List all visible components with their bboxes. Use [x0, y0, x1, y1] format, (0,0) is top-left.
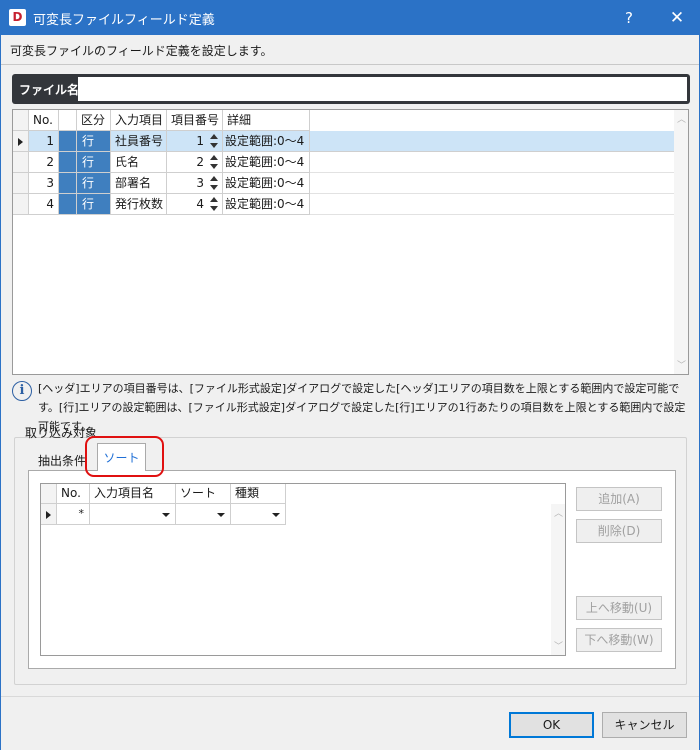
row-detail: 設定範囲:0～4: [223, 173, 310, 194]
row-input-item[interactable]: 発行枚数: [111, 194, 167, 215]
file-name-input[interactable]: [78, 77, 687, 101]
column-header-detail[interactable]: 詳細: [223, 110, 310, 131]
title-bar[interactable]: D 可変長ファイルフィールド定義 ? ✕: [1, 1, 699, 35]
item-number-stepper[interactable]: 2: [167, 152, 223, 173]
current-row-arrow-icon: [18, 138, 23, 146]
spin-arrows-icon[interactable]: [210, 155, 219, 170]
window-title: 可変長ファイルフィールド定義: [33, 13, 215, 28]
row-kubun[interactable]: 行: [77, 152, 111, 173]
field-definition-grid[interactable]: No. 区分 入力項目 項目番号 詳細 1 行 社員番号 1 設定範囲:0～4 …: [12, 109, 689, 375]
item-number-stepper[interactable]: 3: [167, 173, 223, 194]
cancel-button[interactable]: キャンセル: [602, 712, 687, 738]
row-kubun[interactable]: 行: [77, 173, 111, 194]
row-no: 4: [29, 194, 59, 215]
column-header-color: [59, 110, 77, 131]
column-header-input-item-name[interactable]: 入力項目名: [90, 484, 176, 504]
kubun-color-cell: [59, 173, 77, 194]
dialog-footer: OK キャンセル: [1, 696, 699, 750]
row-kubun[interactable]: 行: [77, 194, 111, 215]
new-row-marker: *: [57, 504, 90, 525]
column-header-sort[interactable]: ソート: [176, 484, 231, 504]
row-selector[interactable]: [41, 504, 57, 525]
row-header-corner: [41, 484, 57, 504]
column-header-input-item[interactable]: 入力項目: [111, 110, 167, 131]
row-input-item[interactable]: 氏名: [111, 152, 167, 173]
column-header-kubun[interactable]: 区分: [77, 110, 111, 131]
spin-arrows-icon[interactable]: [210, 176, 219, 191]
tab-extract-conditions[interactable]: 抽出条件: [38, 452, 86, 469]
dialog-window: D 可変長ファイルフィールド定義 ? ✕ 可変長ファイルのフィールド定義を設定し…: [0, 0, 700, 750]
grid-header: No. 入力項目名 ソート 種類: [41, 484, 286, 504]
row-no: 3: [29, 173, 59, 194]
spin-arrows-icon[interactable]: [210, 197, 219, 212]
close-button[interactable]: ✕: [655, 1, 699, 35]
file-name-label: ファイル名:: [19, 83, 84, 97]
info-icon: i: [12, 381, 32, 401]
column-header-kind[interactable]: 種類: [231, 484, 286, 504]
kind-dropdown[interactable]: [231, 504, 286, 525]
chevron-down-icon[interactable]: [272, 513, 280, 517]
chevron-down-icon[interactable]: ﹀: [677, 362, 686, 371]
add-button[interactable]: 追加(A): [576, 487, 662, 511]
delete-button[interactable]: 削除(D): [576, 519, 662, 543]
row-selector[interactable]: [13, 173, 29, 194]
row-header-corner: [13, 110, 29, 131]
row-input-item[interactable]: 社員番号: [111, 131, 167, 152]
row-detail: 設定範囲:0～4: [223, 194, 310, 215]
kubun-color-cell: [59, 194, 77, 215]
new-row[interactable]: *: [41, 504, 551, 525]
divider: [1, 64, 699, 65]
item-number-value: 2: [196, 155, 204, 169]
dialog-description: 可変長ファイルのフィールド定義を設定します。: [10, 44, 273, 58]
chevron-up-icon[interactable]: ︿: [554, 510, 563, 519]
row-input-item[interactable]: 部署名: [111, 173, 167, 194]
chevron-down-icon[interactable]: [217, 513, 225, 517]
sort-grid[interactable]: No. 入力項目名 ソート 種類 * ︿ ﹀: [40, 483, 566, 656]
move-up-button[interactable]: 上へ移動(U): [576, 596, 662, 620]
highlight-annotation: [85, 436, 164, 477]
vertical-scrollbar[interactable]: ︿ ﹀: [674, 110, 688, 374]
chevron-down-icon[interactable]: [162, 513, 170, 517]
row-no: 2: [29, 152, 59, 173]
column-header-item-number[interactable]: 項目番号: [167, 110, 223, 131]
item-number-stepper[interactable]: 1: [167, 131, 223, 152]
row-no: 1: [29, 131, 59, 152]
app-icon: D: [9, 9, 26, 26]
move-down-button[interactable]: 下へ移動(W): [576, 628, 662, 652]
row-selector[interactable]: [13, 131, 29, 152]
item-number-value: 1: [196, 134, 204, 148]
row-detail: 設定範囲:0～4: [223, 152, 310, 173]
kubun-color-cell: [59, 131, 77, 152]
current-row-arrow-icon: [46, 511, 51, 519]
column-header-no[interactable]: No.: [57, 484, 90, 504]
kubun-color-cell: [59, 152, 77, 173]
row-selector[interactable]: [13, 194, 29, 215]
grid-header: No. 区分 入力項目 項目番号 詳細: [13, 110, 310, 131]
column-header-no[interactable]: No.: [29, 110, 59, 131]
row-detail: 設定範囲:0～4: [223, 131, 310, 152]
row-kubun[interactable]: 行: [77, 131, 111, 152]
sort-dropdown[interactable]: [176, 504, 231, 525]
file-name-bar: ファイル名:: [12, 74, 690, 104]
chevron-up-icon[interactable]: ︿: [677, 116, 686, 125]
item-number-value: 3: [196, 176, 204, 190]
help-button[interactable]: ?: [607, 1, 651, 35]
spin-arrows-icon[interactable]: [210, 134, 219, 149]
input-item-name-dropdown[interactable]: [90, 504, 176, 525]
info-text: [ヘッダ]エリアの項目番号は、[ファイル形式設定]ダイアログで設定した[ヘッダ]…: [38, 382, 686, 433]
chevron-down-icon[interactable]: ﹀: [554, 643, 563, 652]
row-selector[interactable]: [13, 152, 29, 173]
vertical-scrollbar[interactable]: ︿ ﹀: [551, 504, 565, 655]
item-number-value: 4: [196, 197, 204, 211]
ok-button[interactable]: OK: [509, 712, 594, 738]
item-number-stepper[interactable]: 4: [167, 194, 223, 215]
